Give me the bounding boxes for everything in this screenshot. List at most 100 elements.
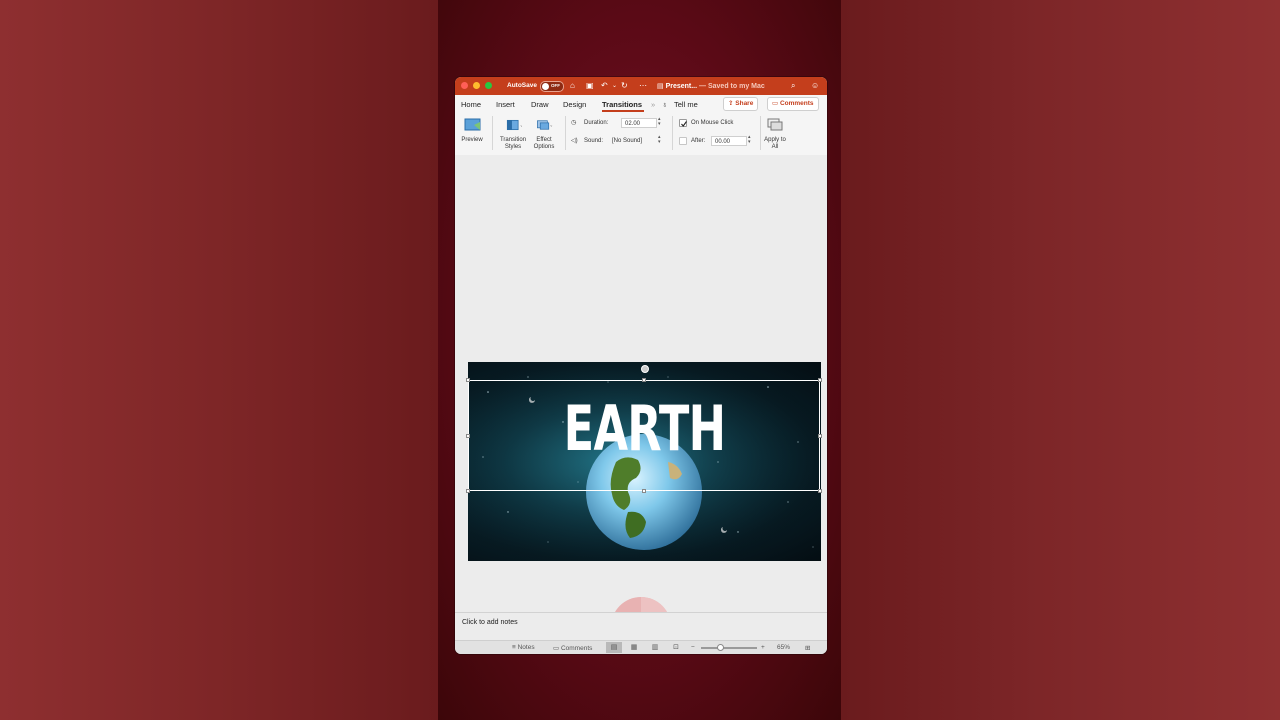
preview-label: Preview [461,137,483,143]
autosave-label: AutoSave [507,82,537,89]
rotate-handle[interactable] [641,365,649,373]
background-left [0,0,438,720]
status-bar: ≡ Notes ▭ Comments ▤ ▦ ▥ ⊡ − + 65% ⊞ [455,640,827,654]
transition-styles-button[interactable]: ⌄ Transition Styles [497,118,529,151]
duration-label: Duration: [584,120,609,126]
ribbon-separator [760,116,761,150]
transition-styles-label: Transition Styles [499,137,527,150]
autosave-state: OFF [551,83,560,88]
resize-handle[interactable] [818,434,822,438]
resize-handle[interactable] [466,378,470,382]
fit-to-window-icon[interactable]: ⊞ [805,644,810,652]
resize-handle[interactable] [642,489,646,493]
save-status: — Saved to my Mac [699,83,765,90]
sound-select[interactable]: [No Sound] [609,136,657,146]
notes-toggle-label: Notes [517,644,535,651]
document-title[interactable]: ▤ Present... — Saved to my Mac [657,82,765,90]
slide-sorter-view-button[interactable]: ▦ [626,642,642,653]
svg-text:⌄: ⌄ [549,122,553,127]
share-button[interactable]: ⇪ Share [723,97,759,111]
duration-input[interactable]: 02.00 [621,118,657,128]
tell-me-field[interactable]: Tell me [674,100,698,109]
reading-view-button[interactable]: ▥ [647,642,663,653]
ribbon-toolbar: Preview ⌄ Transition Styles ⌄ Effect Opt… [455,112,827,156]
tab-insert[interactable]: Insert [496,100,515,109]
zoom-window-button[interactable] [485,82,492,89]
comments-toggle[interactable]: ▭ Comments [553,644,592,652]
speaker-icon: ◁) [571,138,578,144]
sound-dropdown-stepper[interactable]: ▴ ▾ [658,135,661,145]
sound-label: Sound: [584,138,604,144]
title-bar: AutoSave OFF ⌂ ▣ ↶ ⌄ ↻ ⋯ ▤ Present... — … [455,77,827,95]
slideshow-view-button[interactable]: ⊡ [668,642,684,653]
undo-dropdown-icon[interactable]: ⌄ [612,81,617,92]
tab-design[interactable]: Design [563,100,586,109]
minimize-window-button[interactable] [473,82,480,89]
ribbon-tabs: Home Insert Draw Design Transitions » ♁ … [455,95,827,112]
close-window-button[interactable] [461,82,468,89]
zoom-out-button[interactable]: − [691,644,695,651]
powerpoint-window: AutoSave OFF ⌂ ▣ ↶ ⌄ ↻ ⋯ ▤ Present... — … [455,77,827,654]
preview-button[interactable]: Preview [459,118,485,144]
svg-text:⌄: ⌄ [519,123,521,128]
more-tabs-chevron-icon[interactable]: » [651,100,655,109]
slide-canvas[interactable]: EARTH P T ➤ [455,155,827,654]
tab-home[interactable]: Home [461,100,481,109]
resize-handle[interactable] [818,378,822,382]
resize-handle[interactable] [642,378,646,382]
clock-icon: ◷ [571,120,577,126]
comments-toggle-label: Comments [560,645,593,652]
after-stepper[interactable]: ▴ ▾ [748,135,751,145]
duration-stepper[interactable]: ▴ ▾ [658,117,661,127]
comment-icon: ▭ [772,100,780,107]
comment-icon: ▭ [553,645,561,652]
resize-handle[interactable] [818,489,822,493]
comments-button[interactable]: ▭ Comments [767,97,819,111]
background-right [841,0,1280,720]
selection-box[interactable] [468,380,820,491]
apply-to-all-button[interactable]: Apply to All [762,118,788,151]
after-input[interactable]: 00.00 [711,136,747,146]
normal-view-button[interactable]: ▤ [606,642,622,653]
effect-options-icon: ⌄ [536,120,553,130]
more-icon[interactable]: ⋯ [639,80,647,91]
home-icon[interactable]: ⌂ [570,80,575,91]
share-person-icon[interactable]: ☺ [811,80,819,91]
ribbon-separator [672,116,673,150]
share-label: Share [735,100,754,107]
effect-options-button[interactable]: ⌄ Effect Options [529,118,559,151]
preview-icon [464,118,480,131]
ribbon-separator [492,116,493,150]
lightbulb-icon: ♁ [662,100,668,109]
comments-label: Comments [779,100,814,107]
apply-to-all-label: Apply to All [764,137,786,150]
resize-handle[interactable] [466,489,470,493]
autosave-toggle[interactable]: OFF [540,81,564,92]
on-mouse-click-checkbox[interactable] [679,119,687,127]
notes-pane[interactable]: Click to add notes [455,612,827,641]
zoom-slider-thumb[interactable] [717,644,724,651]
after-label: After: [691,138,706,144]
zoom-slider[interactable] [701,647,757,649]
apply-to-all-icon [767,118,782,131]
zoom-level[interactable]: 65% [777,644,790,651]
search-icon[interactable]: ⌕ [791,80,795,91]
notes-placeholder[interactable]: Click to add notes [462,619,518,626]
undo-icon[interactable]: ↶ [601,80,608,91]
transition-styles-icon: ⌄ [506,119,523,131]
redo-icon[interactable]: ↻ [621,80,628,91]
doc-file-icon: ▤ [657,83,666,90]
toggle-knob [542,83,549,90]
save-icon[interactable]: ▣ [586,80,594,91]
on-mouse-click-label: On Mouse Click [691,120,734,126]
doc-name: Present... [665,83,698,90]
after-checkbox[interactable] [679,137,687,145]
tab-transitions[interactable]: Transitions [602,100,642,109]
resize-handle[interactable] [466,434,470,438]
effect-options-label: Effect Options [533,137,555,150]
ribbon-separator [565,116,566,150]
checkmark-icon [681,121,687,127]
tab-draw[interactable]: Draw [531,100,549,109]
zoom-in-button[interactable]: + [761,644,765,651]
notes-toggle[interactable]: ≡ Notes [512,644,535,651]
